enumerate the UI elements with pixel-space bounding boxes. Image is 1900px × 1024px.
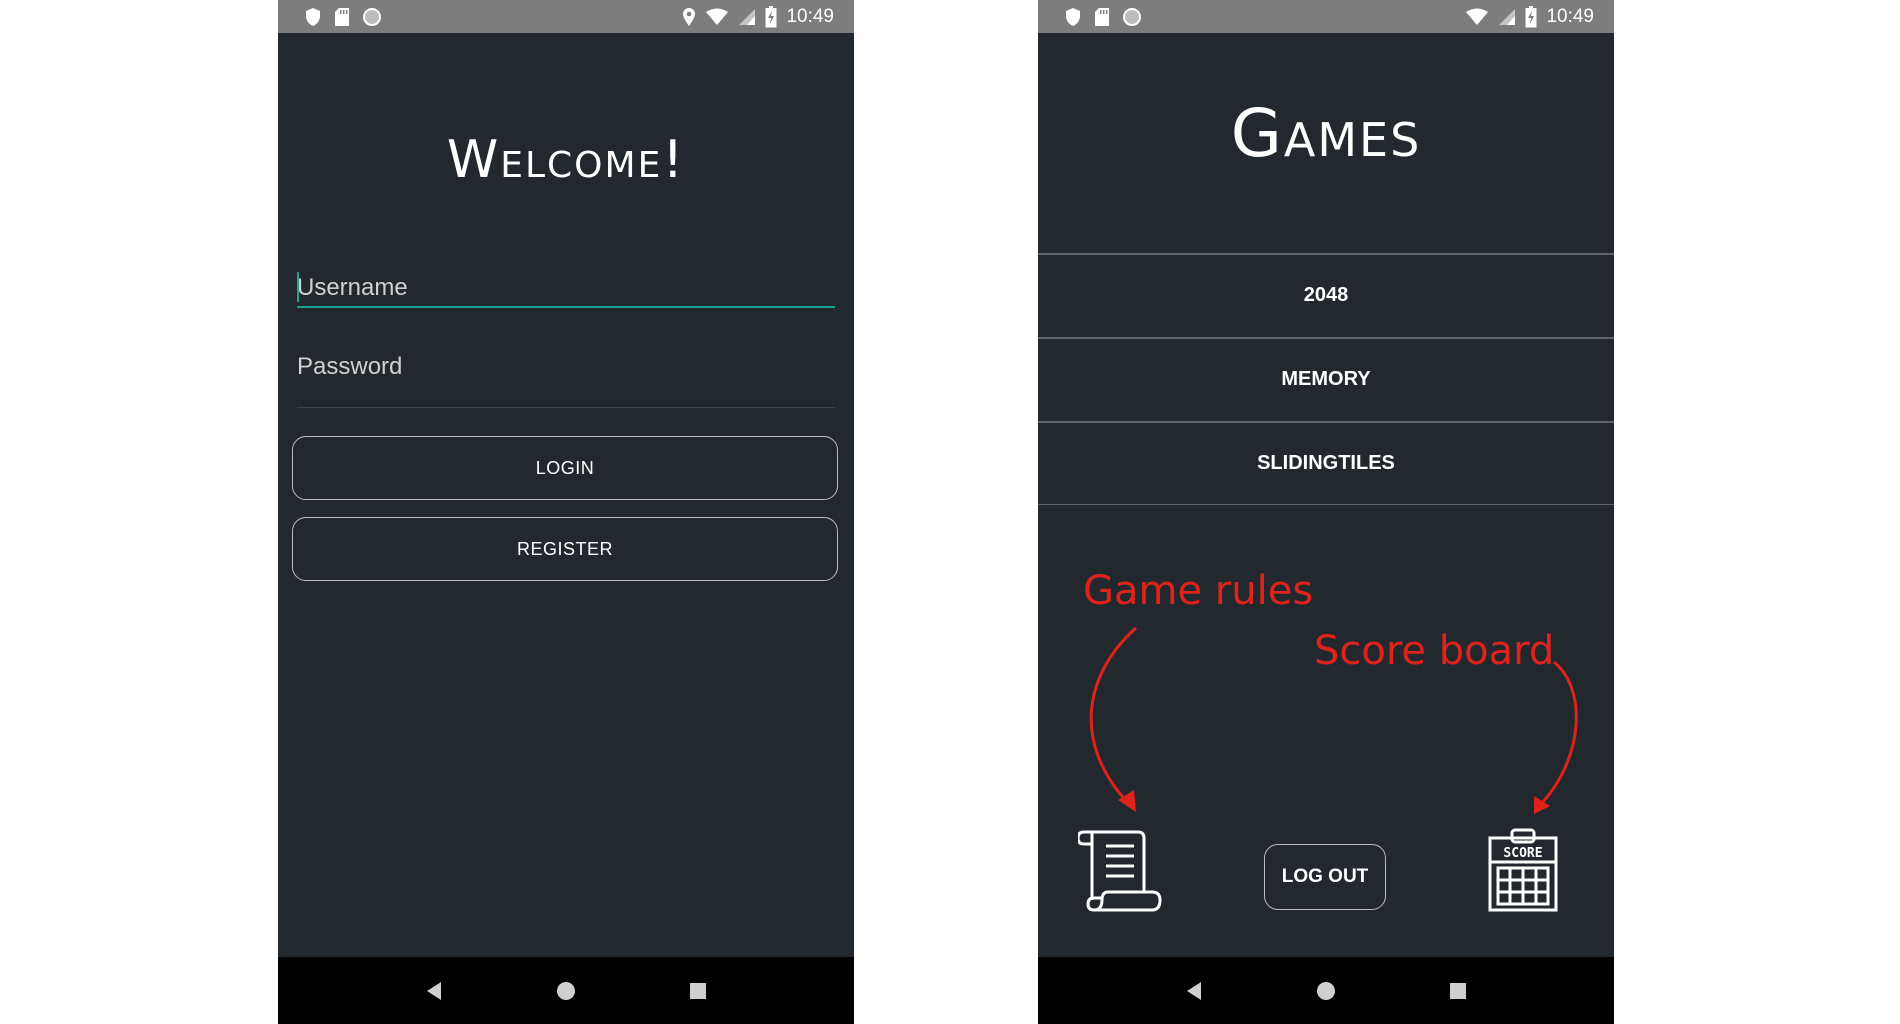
sd-card-icon bbox=[335, 7, 349, 26]
battery-charging-icon bbox=[765, 5, 777, 27]
page-title: Welcome! bbox=[446, 130, 686, 190]
logout-button[interactable]: LOG OUT bbox=[1264, 844, 1386, 910]
logout-button-label: LOG OUT bbox=[1281, 866, 1369, 887]
status-bar: 10:49 bbox=[278, 0, 854, 33]
text-cursor bbox=[297, 272, 299, 302]
shield-icon bbox=[306, 7, 320, 26]
rules-button[interactable] bbox=[1076, 826, 1168, 916]
scroll-icon bbox=[1076, 830, 1162, 912]
arrow-to-score bbox=[1538, 660, 1578, 807]
nav-bar bbox=[1038, 957, 1614, 1024]
back-icon[interactable] bbox=[1185, 981, 1203, 1001]
nav-bar bbox=[278, 957, 854, 1024]
login-button-label: LOGIN bbox=[535, 457, 595, 478]
login-button[interactable]: LOGIN bbox=[292, 436, 838, 500]
home-icon[interactable] bbox=[1316, 981, 1336, 1001]
arrow-to-rules bbox=[1089, 626, 1137, 807]
back-icon[interactable] bbox=[425, 981, 443, 1001]
signal-icon bbox=[739, 8, 756, 25]
circle-icon bbox=[363, 7, 381, 26]
recents-icon[interactable] bbox=[689, 982, 707, 1000]
location-icon bbox=[683, 7, 696, 26]
username-input[interactable] bbox=[297, 270, 835, 308]
register-button[interactable]: REGISTER bbox=[292, 517, 838, 581]
password-input[interactable] bbox=[297, 348, 835, 408]
status-time: 10:49 bbox=[786, 5, 834, 27]
scoreboard-icon-text: SCORE bbox=[1503, 846, 1542, 861]
wifi-icon bbox=[706, 8, 729, 25]
login-screen: 10:49 Welcome! LOGIN REGISTER bbox=[278, 0, 854, 1024]
scoreboard-button[interactable]: SCORE bbox=[1486, 826, 1560, 912]
register-button-label: REGISTER bbox=[516, 538, 613, 559]
scoreboard-icon: SCORE bbox=[1488, 828, 1558, 912]
recents-icon[interactable] bbox=[1449, 982, 1467, 1000]
games-screen: 10:49 Games 2048 MEMORY SLIDINGTILES Gam… bbox=[1038, 0, 1614, 1024]
home-icon[interactable] bbox=[556, 981, 576, 1001]
